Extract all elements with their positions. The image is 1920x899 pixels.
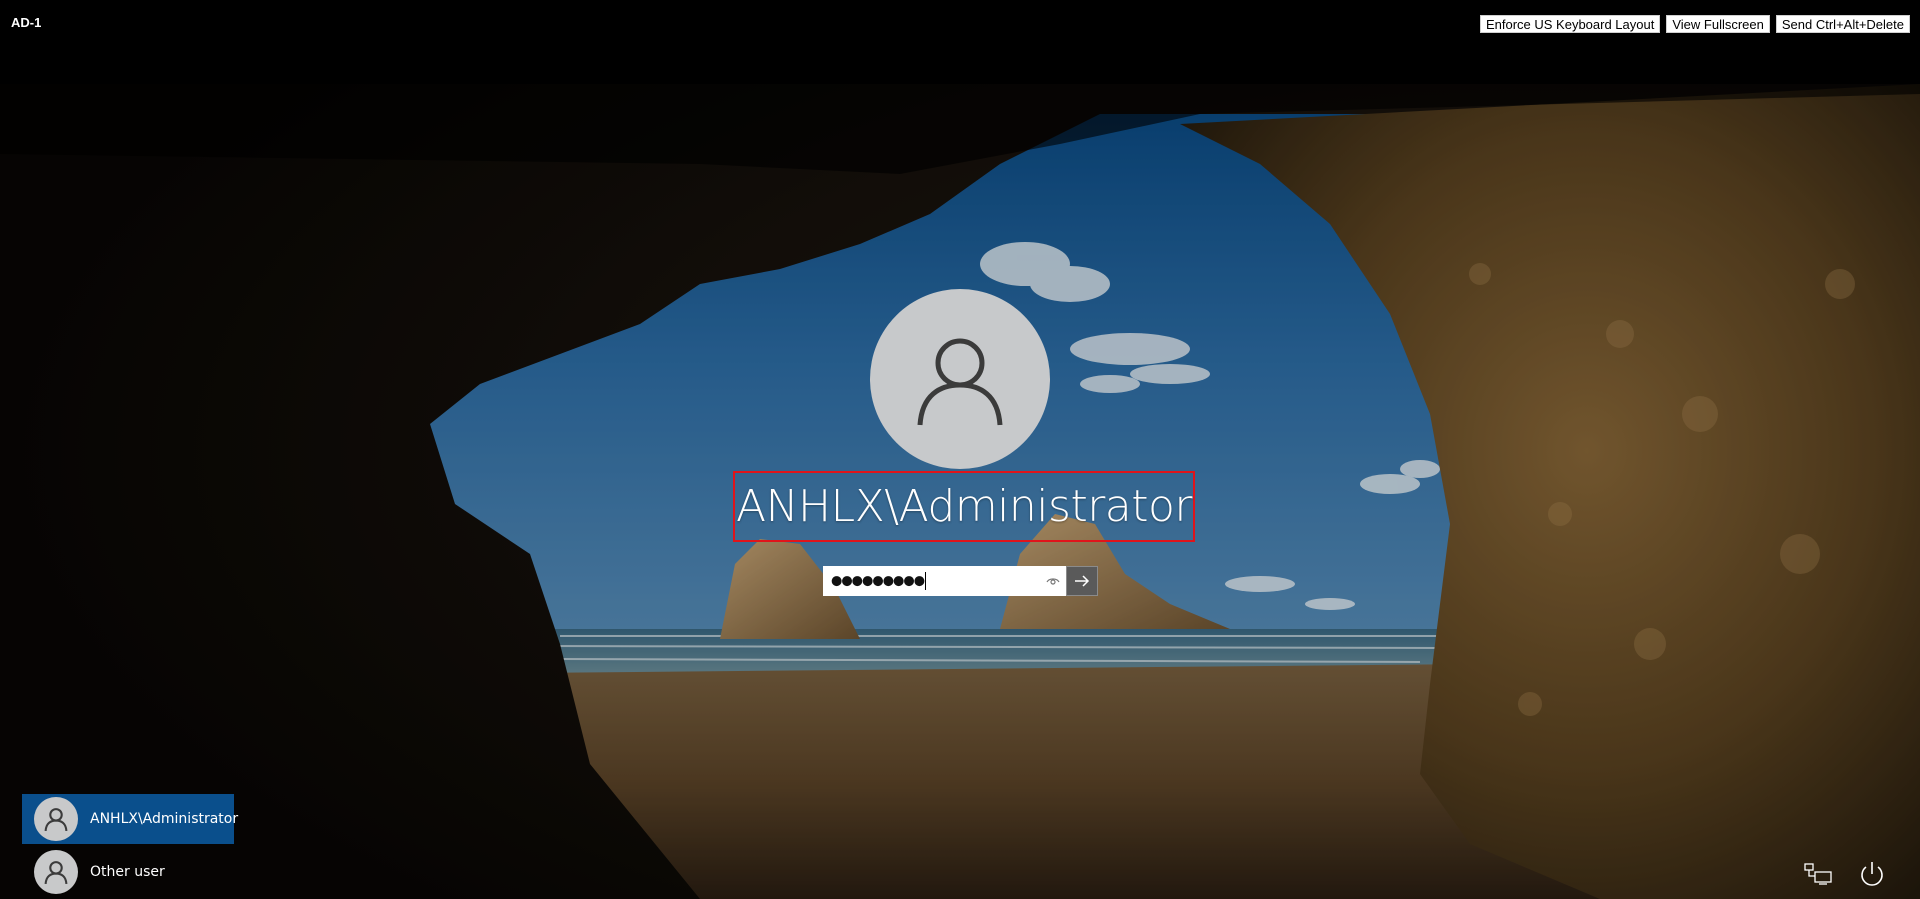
- user-silhouette-icon: [34, 850, 78, 894]
- system-tray: [1802, 859, 1888, 889]
- lock-screen: ANHLX\Administrator ●●●●●●●●● ANHLX\Admi…: [0, 84, 1920, 899]
- console-button-group: Enforce US Keyboard Layout View Fullscre…: [1479, 15, 1910, 33]
- arrow-right-icon: [1075, 575, 1090, 587]
- send-ctrl-alt-delete-button[interactable]: Send Ctrl+Alt+Delete: [1775, 15, 1910, 33]
- console-toolbar: AD-1 Enforce US Keyboard Layout View Ful…: [0, 0, 1920, 84]
- password-masked-value: ●●●●●●●●●: [831, 573, 925, 589]
- power-icon[interactable]: [1856, 859, 1888, 889]
- user-tile-administrator[interactable]: ANHLX\Administrator: [22, 794, 238, 844]
- login-username: ANHLX\Administrator: [733, 471, 1195, 542]
- user-avatar: [870, 289, 1050, 469]
- user-silhouette-icon: [34, 797, 78, 841]
- user-tile-other-user[interactable]: Other user: [22, 847, 234, 897]
- enforce-us-keyboard-button[interactable]: Enforce US Keyboard Layout: [1479, 15, 1661, 33]
- view-fullscreen-button[interactable]: View Fullscreen: [1666, 15, 1770, 33]
- submit-button[interactable]: [1066, 566, 1098, 596]
- network-icon[interactable]: [1802, 859, 1834, 889]
- user-switcher: ANHLX\Administrator Other user: [22, 794, 238, 899]
- password-input[interactable]: ●●●●●●●●●: [823, 566, 1066, 596]
- password-row: ●●●●●●●●●: [823, 566, 1098, 596]
- user-silhouette-icon: [917, 338, 1003, 426]
- text-caret: [925, 572, 927, 590]
- user-tile-label: ANHLX\Administrator: [90, 811, 239, 827]
- user-tile-label: Other user: [90, 864, 165, 880]
- vm-title: AD-1: [11, 15, 42, 30]
- eye-icon[interactable]: [1044, 572, 1062, 590]
